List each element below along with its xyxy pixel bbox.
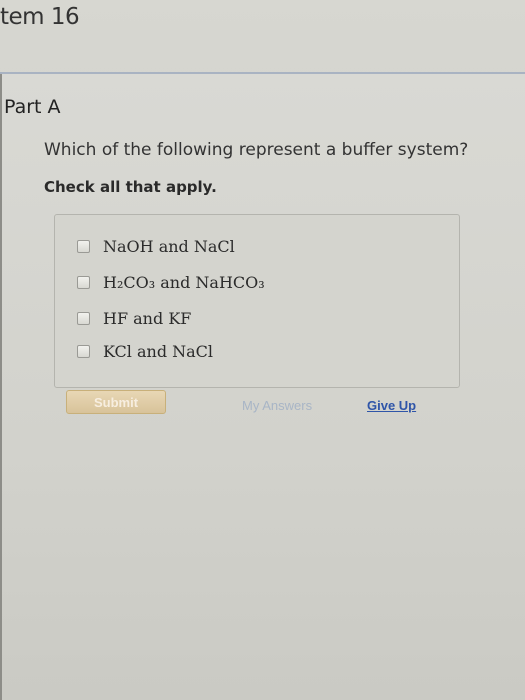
submit-button[interactable]: Submit xyxy=(66,390,166,414)
choice-label: HF and KF xyxy=(103,308,192,328)
choice-item[interactable]: KCl and NaCl xyxy=(77,339,213,363)
choice-checkbox[interactable] xyxy=(77,344,90,358)
choice-label: KCl and NaCl xyxy=(103,341,214,361)
choice-item[interactable]: H₂CO₃ and NaHCO₃ xyxy=(77,270,265,294)
assignment-screen: tem 16 Part A Which of the following rep… xyxy=(0,0,525,700)
choice-item[interactable]: NaOH and NaCl xyxy=(77,234,235,258)
choice-checkbox[interactable] xyxy=(77,239,90,253)
part-title: Part A xyxy=(4,96,61,118)
give-up-link[interactable]: Give Up xyxy=(367,398,416,413)
choice-label: NaOH and NaCl xyxy=(103,236,235,256)
choice-checkbox[interactable] xyxy=(77,275,90,289)
answer-choices: NaOH and NaCl H₂CO₃ and NaHCO₃ HF and KF… xyxy=(54,214,460,388)
question-text: Which of the following represent a buffe… xyxy=(44,140,469,160)
choice-label: H₂CO₃ and NaHCO₃ xyxy=(103,272,265,292)
instruction-text: Check all that apply. xyxy=(44,178,217,196)
choice-checkbox[interactable] xyxy=(77,311,90,325)
my-answers-link[interactable]: My Answers xyxy=(242,398,312,413)
panel-left-edge xyxy=(0,74,2,700)
choice-item[interactable]: HF and KF xyxy=(77,306,191,330)
item-title: tem 16 xyxy=(0,4,80,30)
